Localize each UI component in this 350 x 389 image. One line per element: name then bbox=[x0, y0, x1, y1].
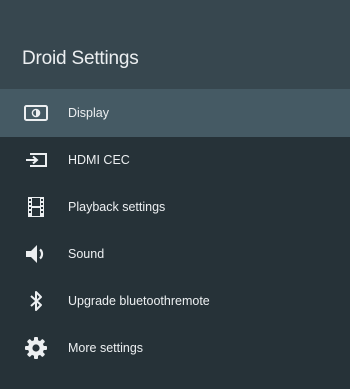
settings-header: Droid Settings bbox=[0, 0, 350, 90]
menu-item-label: Display bbox=[68, 106, 109, 120]
menu-item-display[interactable]: Display bbox=[0, 90, 350, 137]
menu-item-hdmi-cec[interactable]: HDMI CEC bbox=[0, 137, 350, 184]
menu-item-label: Upgrade bluetoothremote bbox=[68, 294, 210, 308]
menu-item-label: More settings bbox=[68, 341, 144, 355]
menu-item-label: Sound bbox=[68, 247, 105, 261]
menu-item-more-settings[interactable]: More settings bbox=[0, 325, 350, 372]
film-icon bbox=[23, 195, 49, 219]
gear-icon bbox=[23, 336, 49, 360]
menu-item-sound[interactable]: Sound bbox=[0, 231, 350, 278]
menu-item-label: HDMI CEC bbox=[68, 153, 130, 167]
settings-menu: Display HDMI CEC Playback settings Sound… bbox=[0, 90, 350, 372]
settings-panel: Droid Settings Display HDMI CEC Playback… bbox=[0, 0, 350, 389]
menu-item-playback-settings[interactable]: Playback settings bbox=[0, 184, 350, 231]
hdmi-input-icon bbox=[23, 148, 49, 172]
speaker-icon bbox=[23, 242, 49, 266]
display-icon bbox=[23, 101, 49, 125]
bluetooth-icon bbox=[23, 289, 49, 313]
menu-item-upgrade-bluetooth-remote[interactable]: Upgrade bluetoothremote bbox=[0, 278, 350, 325]
settings-title: Droid Settings bbox=[22, 48, 139, 69]
menu-item-label: Playback settings bbox=[68, 200, 166, 214]
